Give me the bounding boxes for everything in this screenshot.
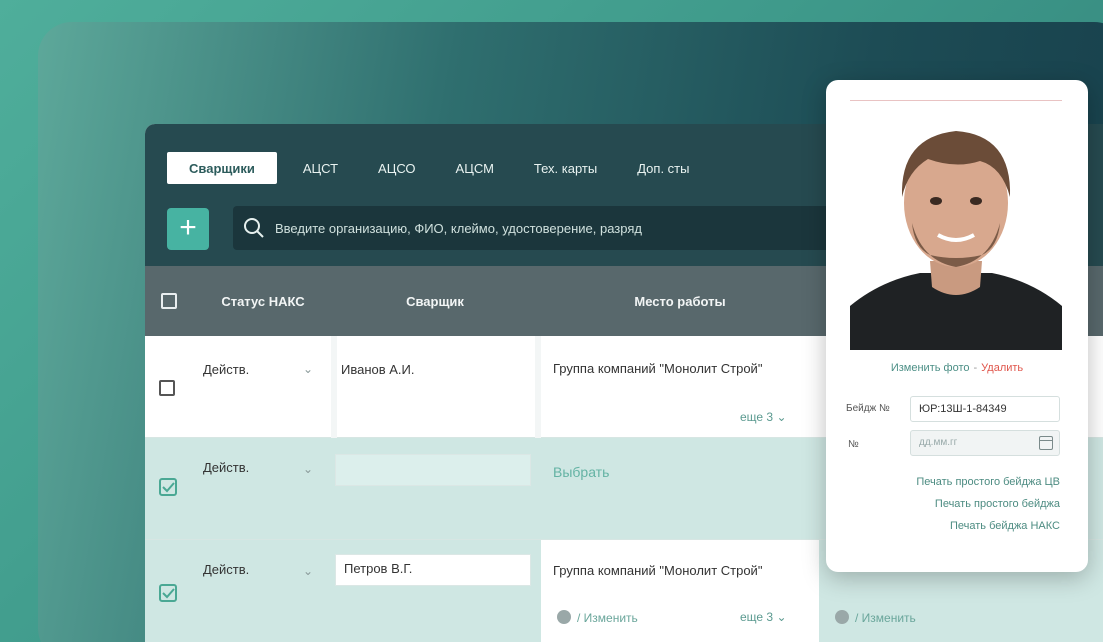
photo-popup: Изменить фото - Удалить Бейдж № ЮР:13Ш-1-8… <box>826 80 1088 572</box>
column-divider <box>331 336 337 438</box>
chevron-down-icon: ⌄ <box>776 610 787 624</box>
tab-tech-cards[interactable]: Тех. карты <box>514 152 617 184</box>
status-value: Действ. <box>203 362 250 377</box>
edit-link[interactable]: / Изменить <box>835 610 916 625</box>
select-all-checkbox[interactable] <box>157 266 181 336</box>
search-input[interactable] <box>275 220 875 236</box>
column-divider <box>535 336 541 438</box>
row-checkbox-checked[interactable] <box>159 584 177 607</box>
checkbox-checked-icon <box>159 478 177 496</box>
more-link-label: еще 3 <box>740 610 774 624</box>
delete-photo-link[interactable]: Удалить <box>981 362 1023 374</box>
badge-number-field[interactable]: ЮР:13Ш-1-84349 <box>910 396 1060 422</box>
select-link[interactable]: Выбрать <box>553 464 609 480</box>
tab-acsm[interactable]: АЦСМ <box>436 152 514 184</box>
tab-bar: Сварщики АЦСТ АЦСО АЦСМ Тех. карты Доп. … <box>167 152 709 184</box>
chevron-down-icon[interactable]: ⌄ <box>303 564 313 578</box>
badge-number-label: Бейдж № <box>846 403 890 414</box>
edit-link[interactable]: / Изменить <box>557 610 638 625</box>
chevron-down-icon[interactable]: ⌄ <box>303 462 313 476</box>
chevron-down-icon[interactable]: ⌄ <box>303 362 313 376</box>
row-checkbox-checked[interactable] <box>159 478 177 501</box>
row-checkbox[interactable] <box>159 380 175 401</box>
more-link-label: еще 3 <box>740 410 774 424</box>
header-welder[interactable]: Сварщик <box>335 266 535 336</box>
welder-name: Иванов А.И. <box>341 362 415 377</box>
edit-link-label: / Изменить <box>855 611 916 625</box>
photo-actions: Изменить фото - Удалить <box>826 362 1088 374</box>
status-select[interactable]: Действ. <box>203 362 249 377</box>
gear-icon <box>557 610 571 624</box>
chevron-down-icon: ⌄ <box>776 410 787 424</box>
gear-icon <box>835 610 849 624</box>
add-button[interactable]: + <box>167 208 209 250</box>
status-select[interactable]: Действ. <box>203 460 249 475</box>
tab-acst[interactable]: АЦСТ <box>283 152 358 184</box>
more-link[interactable]: еще 3 ⌄ <box>740 610 787 624</box>
search-icon <box>244 218 264 238</box>
more-link[interactable]: еще 3 ⌄ <box>740 410 787 424</box>
workplace-cell <box>541 540 819 642</box>
welder-name-field[interactable]: Петров В.Г. <box>335 554 531 586</box>
checkbox-checked-icon <box>159 584 177 602</box>
status-value: Действ. <box>203 562 250 577</box>
change-photo-link[interactable]: Изменить фото <box>891 362 970 374</box>
print-naks-badge-link[interactable]: Печать бейджа НАКС <box>950 520 1060 532</box>
date-field[interactable]: дд.мм.гг <box>910 430 1060 456</box>
calendar-icon[interactable] <box>1039 436 1053 450</box>
badge-number-value: ЮР:13Ш-1-84349 <box>919 403 1007 415</box>
header-workplace[interactable]: Место работы <box>540 266 820 336</box>
status-value: Действ. <box>203 460 250 475</box>
welder-name-value: Петров В.Г. <box>344 561 413 576</box>
header-status[interactable]: Статус НАКС <box>193 266 333 336</box>
tab-acso[interactable]: АЦСО <box>358 152 436 184</box>
status-select[interactable]: Действ. <box>203 562 249 577</box>
date-placeholder: дд.мм.гг <box>919 437 958 448</box>
print-simple-badge-link[interactable]: Печать простого бейджа <box>935 498 1060 510</box>
separator: - <box>973 362 978 374</box>
tab-additional[interactable]: Доп. сты <box>617 152 709 184</box>
print-simple-badge-color-link[interactable]: Печать простого бейджа ЦВ <box>916 476 1060 488</box>
date-label: № <box>848 439 859 450</box>
edit-link-label: / Изменить <box>577 611 638 625</box>
tab-welders[interactable]: Сварщики <box>167 152 277 184</box>
welder-name-field[interactable] <box>335 454 531 486</box>
workplace-text: Группа компаний "Монолит Строй" <box>553 361 763 376</box>
employee-photo <box>850 100 1062 350</box>
workplace-text: Группа компаний "Монолит Строй" <box>553 563 763 578</box>
